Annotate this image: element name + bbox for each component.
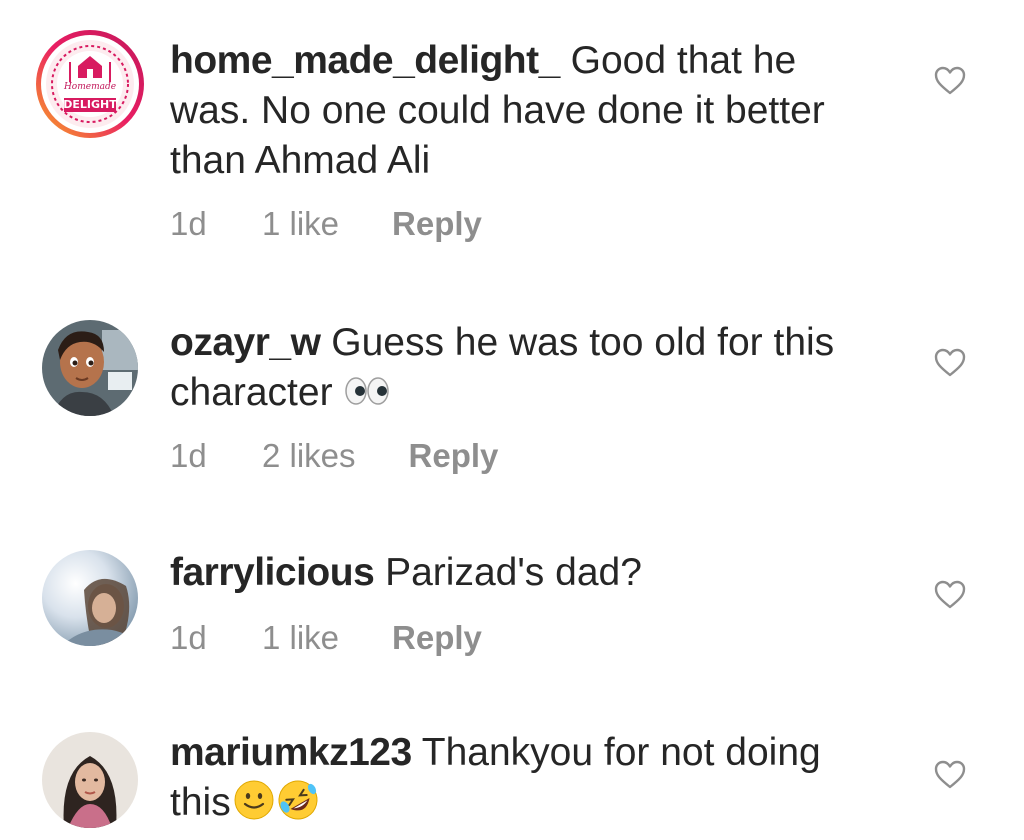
comment-meta: 1d 2 likes Reply [170,436,498,476]
comment-body-line: Thankyou for not doing [421,731,821,774]
comment-username[interactable]: farrylicious [170,551,375,594]
comment-text: farrylicious Parizad's dad? [170,548,910,598]
reply-button[interactable]: Reply [409,436,499,476]
comment-username[interactable]: ozayr_w [170,321,321,364]
avatar[interactable] [42,732,138,828]
heart-icon[interactable] [934,760,966,790]
comment-body-line: was. No one could have done it better [170,89,825,132]
heart-icon[interactable] [934,580,966,610]
comment-time: 1d [170,437,207,474]
comment-username[interactable]: mariumkz123 [170,731,412,774]
heart-icon[interactable] [934,348,966,378]
comment-likes[interactable]: 1 like [262,618,339,658]
reply-button[interactable]: Reply [392,204,482,244]
comment-username[interactable]: home_made_delight_ [170,39,560,82]
avatar[interactable] [42,320,138,416]
reply-button[interactable]: Reply [392,618,482,658]
comment-time: 1d [170,619,207,656]
comment-likes[interactable]: 2 likes [262,436,356,476]
comment-meta: 1d 1 like Reply [170,204,482,244]
comment-time: 1d [170,205,207,242]
eyes-emoji-icon [343,369,391,411]
slightly-smiling-face-icon [233,779,275,821]
comment-text: ozayr_w Guess he was too old for this ch… [170,318,910,418]
comment-body-line: than Ahmad Ali [170,139,431,182]
comment-body-line: this [170,781,231,824]
avatar[interactable]: Homemade DELIGHT [34,28,146,140]
comment-text: home_made_delight_ Good that he was. No … [170,36,910,186]
rolling-on-floor-laughing-icon [277,779,319,821]
comment-body-line: Good that he [570,39,797,82]
avatar-logo-text-bottom: DELIGHT [63,98,117,111]
comment-body-line: Parizad's dad? [385,551,642,594]
avatar-logo-text-top: Homemade [63,82,117,92]
comment-likes[interactable]: 1 like [262,204,339,244]
heart-icon[interactable] [934,66,966,96]
comment-meta: 1d 1 like Reply [170,618,482,658]
comment-body-line: character [170,371,333,414]
comment-body-line: Guess he was too old for this [331,321,835,364]
avatar[interactable] [42,550,138,646]
comment-text: mariumkz123 Thankyou for not doing this [170,728,910,828]
